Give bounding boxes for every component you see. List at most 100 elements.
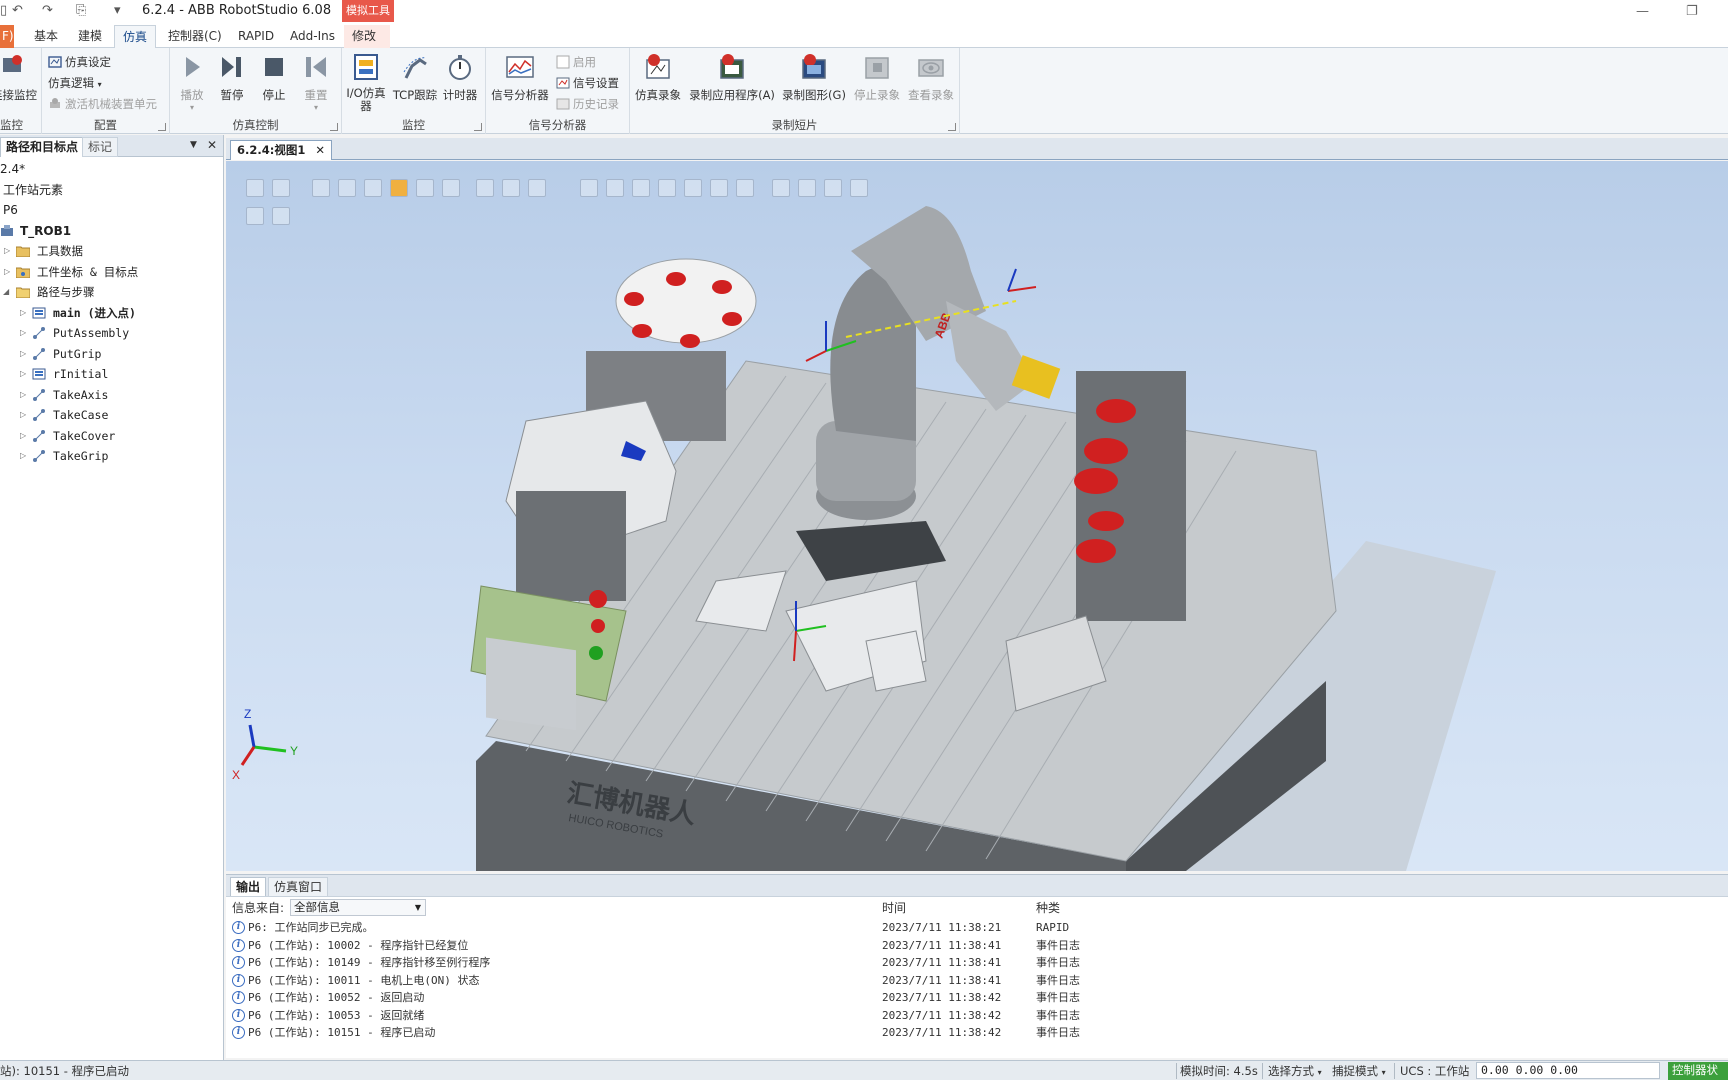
tab-output[interactable]: 输出 (230, 877, 267, 897)
group-label-monitor: 监控 (0, 118, 23, 132)
message-source-select[interactable]: 全部信息 ▼ (290, 899, 426, 916)
tab-modify[interactable]: 修改 (344, 25, 390, 48)
enable-signal-button[interactable]: 启用 (556, 53, 596, 71)
tab-sim-window[interactable]: 仿真窗口 (268, 877, 329, 897)
output-row[interactable]: i P6: 工作站同步已完成。 2023/7/11 11:38:21 RAPID (226, 919, 1226, 937)
dropdown-arrow-icon: ▾ (97, 80, 102, 89)
tab-controller[interactable]: 控制器(C) (160, 25, 230, 48)
output-row[interactable]: i P6 (工作站): 10052 - 返回启动 2023/7/11 11:38… (226, 989, 1226, 1007)
stop-button[interactable]: 停止 (256, 52, 292, 103)
info-icon: i (232, 991, 245, 1004)
snap-mode-select[interactable]: 捕捉模式 ▾ (1332, 1063, 1386, 1079)
sim-logic-button[interactable]: 仿真逻辑 ▾ (48, 74, 102, 92)
group-launcher-icon[interactable] (330, 123, 338, 131)
expand-icon[interactable]: ▷ (20, 446, 26, 466)
tree-item[interactable]: ▷ rInitial (0, 364, 224, 385)
view-record-button[interactable]: 查看录象 (904, 52, 958, 103)
pause-icon (222, 57, 241, 77)
sim-settings-button[interactable]: 仿真设定 (48, 53, 111, 71)
tree-item[interactable]: ▷ 工件坐标 & 目标点 (0, 262, 224, 283)
connect-monitor-button[interactable]: 连接监控 (0, 52, 40, 103)
expand-icon[interactable]: ▷ (20, 405, 26, 425)
expand-icon[interactable]: ▷ (20, 426, 26, 446)
timer-button[interactable]: 计时器 (440, 52, 480, 103)
output-row[interactable]: i P6 (工作站): 10149 - 程序指针移至例行程序 2023/7/11… (226, 954, 1226, 972)
tree-item[interactable]: ▷ 工具数据 (0, 241, 224, 262)
group-launcher-icon[interactable] (474, 123, 482, 131)
reset-dropdown-icon[interactable]: ▾ (298, 103, 334, 112)
tree-item[interactable]: 工作站元素 (0, 180, 224, 201)
tree-item[interactable]: ▷ TakeCase (0, 405, 224, 426)
tree-item[interactable]: ▷ TakeGrip (0, 446, 224, 467)
tab-basic[interactable]: 基本 (26, 25, 66, 48)
quick-access-tool-icon[interactable]: ⎘ (76, 3, 86, 18)
expand-icon[interactable]: ▷ (20, 303, 26, 323)
stopwatch-icon (449, 55, 471, 80)
restore-icon[interactable]: ❐ (1686, 4, 1698, 19)
tab-view1[interactable]: 6.2.4:视图1 ✕ (230, 140, 332, 160)
tab-tags[interactable]: 标记 (82, 137, 119, 157)
3d-viewport[interactable]: ABB 汇博机器人 HUICO ROBOTICS Z Y X (226, 161, 1728, 871)
sim-record-button[interactable]: 仿真录象 (630, 52, 686, 103)
record-application-button[interactable]: 录制应用程序(A) (688, 52, 776, 103)
close-icon[interactable]: ✕ (207, 138, 217, 152)
tree-item[interactable]: ▷ TakeCover (0, 426, 224, 447)
activate-mechanism-button[interactable]: 激活机械装置单元 (48, 95, 157, 113)
info-icon: i (232, 1026, 245, 1039)
path-icon (33, 409, 45, 421)
customize-quick-access-icon[interactable]: ▾ (114, 3, 121, 18)
controller-status-indicator[interactable]: 控制器状 (1668, 1062, 1728, 1080)
group-launcher-icon[interactable] (948, 123, 956, 131)
checkbox-icon (556, 55, 570, 69)
expand-icon[interactable]: ▷ (4, 241, 10, 261)
output-tabs: 输出 仿真窗口 (226, 874, 1728, 897)
tab-simulation[interactable]: 仿真 (114, 25, 157, 48)
undo-icon[interactable]: ↶ (12, 3, 23, 18)
redo-icon[interactable]: ↷ (42, 3, 53, 18)
expand-icon[interactable]: ▷ (20, 364, 26, 384)
tree-item[interactable]: 2.4* (0, 159, 224, 180)
pause-button[interactable]: 暂停 (214, 52, 250, 103)
collapse-icon[interactable]: ◢ (3, 282, 9, 302)
tree-item[interactable]: ▷ PutGrip (0, 344, 224, 365)
expand-icon[interactable]: ▷ (20, 385, 26, 405)
tab-addins[interactable]: Add-Ins (282, 25, 343, 48)
tree-item[interactable]: ▷ main (进入点) (0, 303, 224, 324)
output-row[interactable]: i P6 (工作站): 10002 - 程序指针已经复位 2023/7/11 1… (226, 937, 1226, 955)
record-graphics-button[interactable]: 录制图形(G) (778, 52, 850, 103)
info-icon: i (232, 938, 245, 952)
signal-analyzer-button[interactable]: 信号分析器 (488, 52, 552, 103)
selection-mode-select[interactable]: 选择方式 ▾ (1268, 1063, 1322, 1079)
expand-icon[interactable]: ▷ (4, 262, 10, 282)
output-row[interactable]: i P6 (工作站): 10011 - 电机上电(ON) 状态 2023/7/1… (226, 972, 1226, 990)
column-header-time[interactable]: 时间 (882, 899, 906, 917)
tab-file[interactable]: F) (0, 25, 14, 48)
tab-rapid[interactable]: RAPID (230, 25, 282, 48)
tab-paths-and-targets[interactable]: 路径和目标点 (0, 137, 85, 157)
play-button[interactable]: 播放 ▾ (174, 52, 210, 112)
output-row[interactable]: i P6 (工作站): 10151 - 程序已启动 2023/7/11 11:3… (226, 1024, 1226, 1042)
panel-menu-icon[interactable]: ▼ (190, 140, 197, 150)
history-button[interactable]: 历史记录 (556, 95, 619, 113)
tree-item[interactable]: ◢ 路径与步骤 (0, 282, 224, 303)
signal-settings-button[interactable]: 信号设置 (556, 74, 619, 92)
group-launcher-icon[interactable] (158, 123, 166, 131)
control-button-red (589, 590, 607, 608)
reset-button[interactable]: 重置 ▾ (298, 52, 334, 112)
io-simulator-button[interactable]: I/O仿真器 (344, 52, 388, 113)
save-icon[interactable]: ▯ (0, 3, 7, 18)
tree-item[interactable]: T_ROB1 (0, 221, 224, 242)
output-row[interactable]: i P6 (工作站): 10053 - 返回就绪 2023/7/11 11:38… (226, 1007, 1226, 1025)
tab-modeling[interactable]: 建模 (70, 25, 110, 48)
play-dropdown-icon[interactable]: ▾ (174, 103, 210, 112)
tcp-trace-button[interactable]: TCP跟踪 (392, 52, 438, 103)
tree-item[interactable]: ▷ TakeAxis (0, 385, 224, 406)
expand-icon[interactable]: ▷ (20, 323, 26, 343)
column-header-type[interactable]: 种类 (1036, 899, 1060, 917)
stop-record-button[interactable]: 停止录象 (850, 52, 904, 103)
minimize-icon[interactable]: — (1636, 4, 1649, 19)
expand-icon[interactable]: ▷ (20, 344, 26, 364)
close-tab-icon[interactable]: ✕ (315, 143, 325, 157)
tree-item[interactable]: P6 (0, 200, 224, 221)
tree-item[interactable]: ▷ PutAssembly (0, 323, 224, 344)
